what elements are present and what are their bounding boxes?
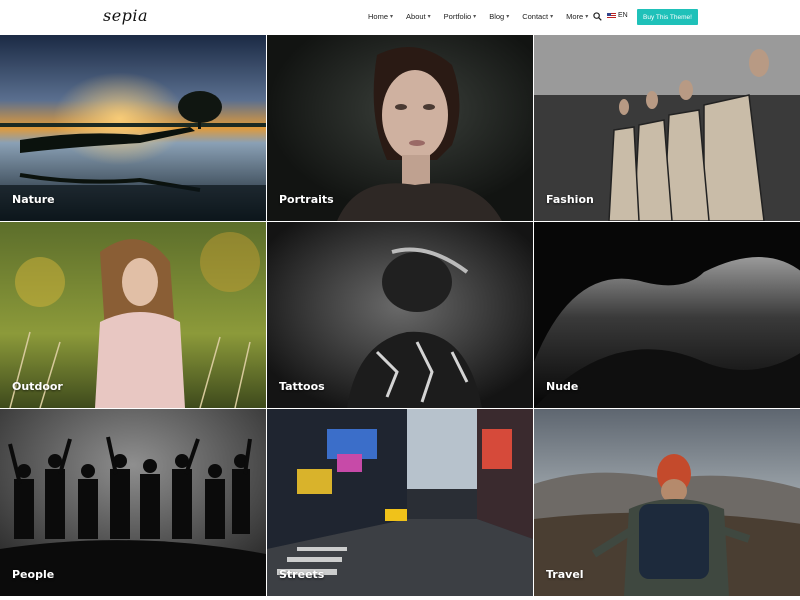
chevron-down-icon: ▾: [585, 14, 589, 20]
gallery-tile-nature[interactable]: Nature: [0, 35, 266, 221]
chevron-down-icon: ▾: [506, 14, 510, 20]
us-flag-icon: [607, 12, 616, 19]
nav-item-more[interactable]: More ▾: [566, 12, 588, 21]
nav-item-portfolio[interactable]: Portfolio ▾: [444, 12, 477, 21]
nav-item-home[interactable]: Home ▾: [368, 12, 393, 21]
nav-item-label: Blog: [489, 12, 505, 21]
chevron-down-icon: ▾: [473, 14, 477, 20]
buy-theme-button[interactable]: Buy This Theme!: [637, 9, 698, 25]
nav-item-contact[interactable]: Contact ▾: [522, 12, 553, 21]
chevron-down-icon: ▾: [390, 14, 394, 20]
tile-label: Nude: [546, 380, 579, 393]
gallery-tile-fashion[interactable]: Fashion: [534, 35, 800, 221]
tile-label: Portraits: [279, 193, 334, 206]
gallery-tile-streets[interactable]: Streets: [267, 409, 533, 596]
nav-item-label: More: [566, 12, 584, 21]
nav-item-label: Contact: [522, 12, 549, 21]
language-label: EN: [618, 12, 628, 19]
gallery-tile-travel[interactable]: Travel: [534, 409, 800, 596]
gallery-tile-portraits[interactable]: Portraits: [267, 35, 533, 221]
tile-label: Nature: [12, 193, 55, 206]
tile-label: Streets: [279, 568, 325, 581]
tile-label: People: [12, 568, 55, 581]
tile-label: Outdoor: [12, 380, 63, 393]
gallery-tile-tattoos[interactable]: Tattoos: [267, 222, 533, 408]
chevron-down-icon: ▾: [550, 14, 554, 20]
gallery-grid: Nature Portraits Fashion Outdoor Tattoos…: [0, 35, 800, 600]
language-selector[interactable]: EN: [607, 12, 628, 19]
site-logo[interactable]: sepia: [103, 6, 148, 25]
gallery-tile-nude[interactable]: Nude: [534, 222, 800, 408]
tile-label: Travel: [546, 568, 584, 581]
main-nav: Home ▾ About ▾ Portfolio ▾ Blog ▾ Contac…: [368, 12, 601, 21]
tile-label: Tattoos: [279, 380, 325, 393]
nav-item-about[interactable]: About ▾: [406, 12, 431, 21]
nav-item-label: Home: [368, 12, 389, 21]
chevron-down-icon: ▾: [427, 14, 431, 20]
tile-label: Fashion: [546, 193, 594, 206]
nav-item-label: About: [406, 12, 426, 21]
nav-item-label: Portfolio: [443, 12, 472, 21]
nav-item-blog[interactable]: Blog ▾: [489, 12, 509, 21]
search-icon[interactable]: [593, 12, 602, 21]
gallery-tile-outdoor[interactable]: Outdoor: [0, 222, 266, 408]
site-header: sepia Home ▾ About ▾ Portfolio ▾ Blog ▾ …: [0, 0, 800, 35]
gallery-tile-people[interactable]: People: [0, 409, 266, 596]
